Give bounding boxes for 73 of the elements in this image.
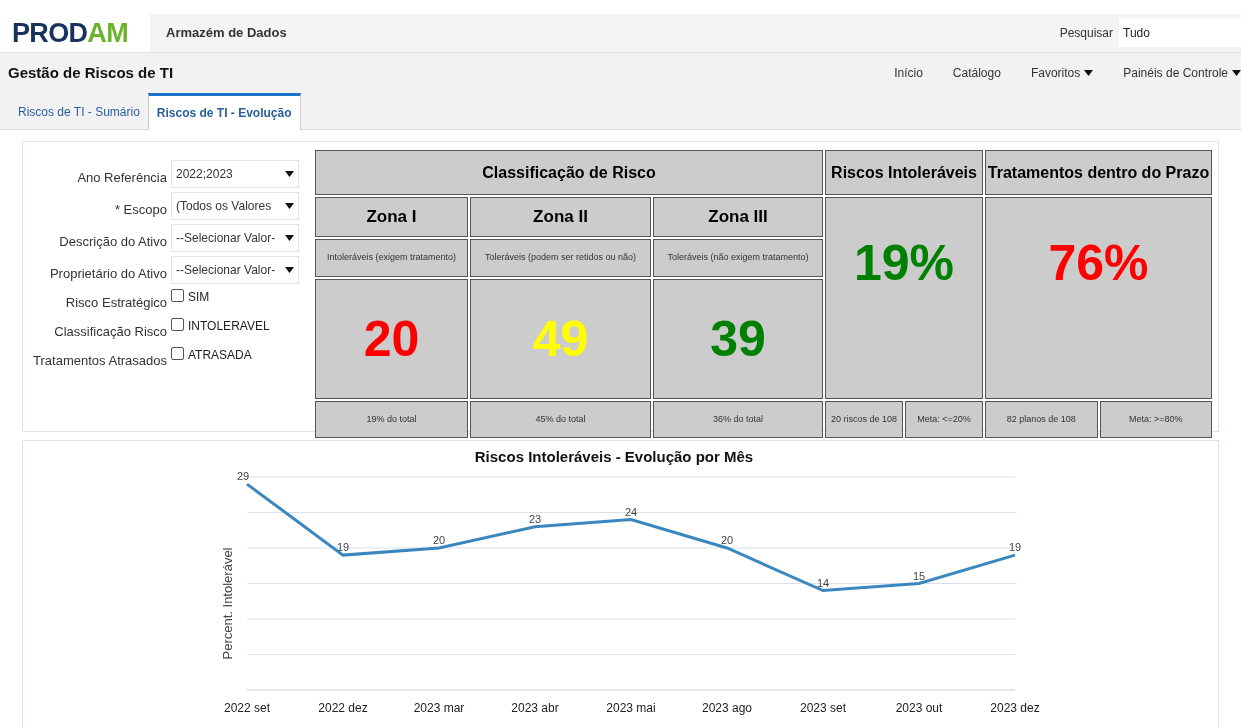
caret-icon	[285, 203, 294, 209]
nav-link[interactable]: Catálogo	[952, 64, 1001, 82]
zone-value: 39	[710, 309, 766, 369]
data-label: 20	[432, 534, 446, 546]
filter-label: * Escopo	[114, 202, 167, 217]
checkbox[interactable]	[171, 347, 184, 360]
filter-label: Tratamentos Atrasados	[33, 353, 167, 368]
select-field[interactable]: (Todos os Valores	[171, 192, 299, 220]
zone-description: Intoleráveis (exigem tratamento)	[315, 239, 468, 277]
x-axis-label: 2023 ago	[701, 701, 753, 715]
data-label: 24	[624, 505, 638, 518]
zone-description: Toleráveis (podem ser retidos ou não)	[470, 239, 651, 277]
data-label: 29	[236, 470, 250, 483]
caret-icon	[285, 267, 294, 273]
zone-header: Zona III	[653, 197, 823, 237]
zone-value: 49	[532, 309, 589, 369]
page-title: Gestão de Riscos de TI	[8, 62, 174, 83]
kpi-goal: Meta: >=80%	[1099, 401, 1212, 438]
zone-header: Zona II	[470, 197, 651, 237]
kpi-goal: Meta: <=20%	[905, 401, 983, 438]
zone-share: 45% do total	[470, 401, 651, 438]
data-label: 23	[528, 512, 542, 525]
app-title: Armazém de Dados	[166, 24, 287, 43]
x-axis-label: 2022 dez	[318, 701, 368, 715]
data-label: 20	[720, 534, 734, 546]
search-label: Pesquisar	[1059, 25, 1113, 42]
data-label: 19	[1008, 541, 1022, 554]
table-header: Classificação de Risco	[315, 150, 823, 195]
checkbox[interactable]	[171, 318, 184, 331]
checkbox-label: SIM	[188, 289, 210, 306]
filter-label: Descrição do Ativo	[59, 234, 167, 249]
search-field[interactable]: Tudo	[1119, 19, 1241, 47]
kpi-value: 19%	[853, 233, 955, 293]
caret-icon	[285, 235, 294, 241]
tab[interactable]: Riscos de TI - Sumário	[10, 95, 148, 129]
y-axis-label: Percent. Intolerável	[220, 547, 235, 660]
x-axis-label: 2022 set	[224, 701, 270, 715]
x-axis-label: 2023 abr	[511, 701, 559, 715]
nav-link[interactable]: Favoritos	[1030, 64, 1094, 82]
nav-link[interactable]: Início	[894, 64, 923, 82]
zone-description: Toleráveis (não exigem tratamento)	[653, 239, 823, 277]
table-header: Riscos Intoleráveis	[825, 150, 983, 195]
table-header: Tratamentos dentro do Prazo	[985, 150, 1212, 195]
data-label: 15	[912, 569, 926, 582]
tab[interactable]: Riscos de TI - Evolução	[147, 93, 301, 130]
x-axis-label: 2023 out	[895, 701, 943, 715]
checkbox[interactable]	[171, 289, 184, 302]
kpi-value: 76%	[1048, 233, 1149, 293]
checkbox-label: ATRASADA	[188, 347, 252, 364]
x-axis-label: 2023 dez	[990, 701, 1040, 715]
chart-title: Riscos Intoleráveis - Evolução por Mês	[474, 448, 754, 465]
x-axis-label: 2023 mai	[606, 701, 656, 715]
caret-icon	[285, 171, 294, 177]
zone-share: 36% do total	[653, 401, 823, 438]
data-label: 19	[336, 541, 350, 554]
zone-share: 19% do total	[315, 401, 468, 438]
kpi-detail: 20 riscos de 108	[825, 401, 903, 438]
zone-value: 20	[363, 309, 420, 369]
x-axis-label: 2023 set	[800, 701, 846, 715]
filter-label: Proprietário do Ativo	[49, 266, 167, 281]
filter-label: Ano Referência	[77, 170, 167, 185]
data-label: 14	[816, 576, 830, 589]
x-axis-label: 2023 mar	[413, 701, 465, 715]
filter-label: Risco Estratégico	[65, 295, 167, 310]
checkbox-label: INTOLERAVEL	[188, 318, 270, 335]
kpi-detail: 82 planos de 108	[985, 401, 1098, 438]
select-field[interactable]: --Selecionar Valor-	[171, 256, 299, 284]
select-field[interactable]: --Selecionar Valor-	[171, 224, 299, 252]
select-field[interactable]: 2022;2023	[171, 160, 299, 188]
filter-label: Classificação Risco	[54, 324, 167, 339]
logo: PRODAM	[12, 19, 128, 47]
nav-link[interactable]: Painéis de Controle	[1123, 64, 1241, 82]
zone-header: Zona I	[315, 197, 468, 237]
